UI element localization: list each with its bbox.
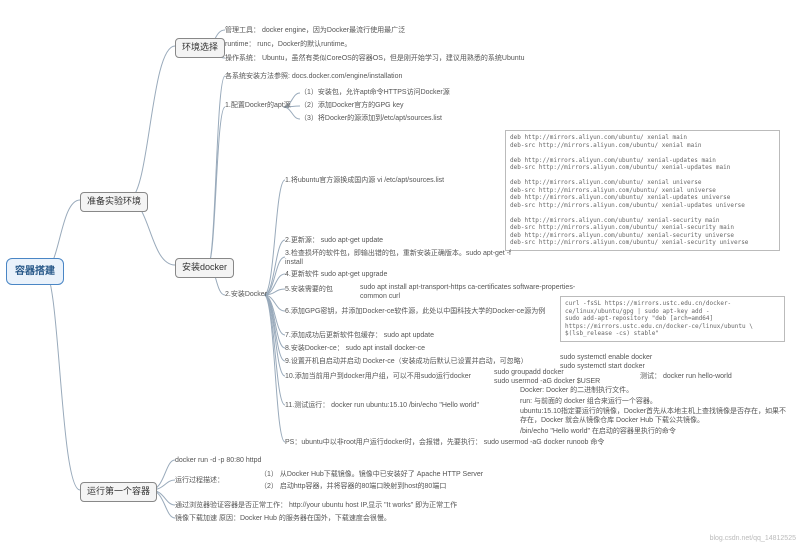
leaf-do-title: 2.安装Docker: [225, 290, 267, 299]
leaf-do-sps: PS：ubuntu中以非root用户运行docker时，会报错，先要执行： su…: [285, 438, 604, 447]
leaf-do-s4: 4.更新软件 sudo apt-get upgrade: [285, 270, 387, 279]
watermark: blog.csdn.net/qq_14812525: [710, 534, 796, 543]
branch-prep: 准备实验环境: [80, 192, 148, 212]
leaf-run-cmd: docker run -d -p 80:80 httpd: [175, 456, 261, 465]
leaf-run-d1: （1） 从Docker Hub下载镜像。镜像中已安装好了 Apache HTTP…: [260, 470, 483, 479]
block-gpg: curl -fsSL https://mirrors.ustc.edu.cn/d…: [560, 296, 785, 342]
leaf-apt-s3: （3）将Docker的源添加到/etc/apt/sources.list: [300, 114, 442, 123]
leaf-run-d2: （2） 启动http容器，并将容器的80端口映射到host的80端口: [260, 482, 446, 491]
leaf-apt-title: 1.配置Docker的apt源: [225, 101, 291, 110]
leaf-do-s7: 7.添加成功后更新软件包缓存： sudo apt update: [285, 331, 434, 340]
leaf-do-s6: 6.添加GPG密钥，并添加Docker-ce软件源，此处以中国科技大学的Dock…: [285, 307, 545, 316]
leaf-do-s1: 1.将ubuntu官方源换成国内源 vi /etc/apt/sources.li…: [285, 176, 444, 185]
leaf-do-s11b: run: 与前面的 docker 组合来运行一个容器。: [520, 397, 657, 406]
leaf-do-s2: 2.更新源： sudo apt-get update: [285, 236, 383, 245]
branch-env: 环境选择: [175, 38, 225, 58]
leaf-env-runtime: runtime： runc，Docker的默认runtime。: [225, 40, 351, 49]
leaf-do-s10test: 测试： docker run hello-world: [640, 372, 732, 381]
branch-run: 运行第一个容器: [80, 482, 157, 502]
leaf-do-s11a: Docker: Docker 的二进制执行文件。: [520, 386, 633, 395]
branch-install: 安装docker: [175, 258, 234, 278]
leaf-do-s11: 11.测试运行： docker run ubuntu:15.10 /bin/ec…: [285, 401, 479, 410]
leaf-do-s3: 3.检查损坏的软件包，即输出错的包，重新安装正确版本。sudo apt-get …: [285, 249, 515, 267]
leaf-do-s11c: ubuntu:15.10指定要运行的镜像，Docker首先从本地主机上查找镜像是…: [520, 407, 790, 425]
leaf-do-s10: 10.添加当前用户到docker用户组，可以不用sudo运行docker: [285, 372, 471, 381]
root-node: 容器搭建: [6, 258, 64, 285]
leaf-apt-s1: （1）安装包，允许apt命令HTTPS访问Docker源: [300, 88, 450, 97]
leaf-env-tool: 管理工具： docker engine，因为Docker最流行使用最广泛: [225, 26, 405, 35]
leaf-env-os: 操作系统： Ubuntu，虽然有类似CoreOS的容器OS，但是刚开始学习，建议…: [225, 54, 525, 63]
leaf-do-s9: 9.设置开机自启动并启动 Docker-ce（安装成功后默认已设置并启动，可忽略…: [285, 357, 528, 366]
leaf-do-s11d: /bin/echo "Hello world" 在启动的容器里执行的命令: [520, 427, 676, 436]
leaf-do-s5: 5.安装需要的包: [285, 285, 333, 294]
leaf-run-slow: 镜像下载加速 原因：Docker Hub 的服务器在国外，下载速度会很慢。: [175, 514, 391, 523]
leaf-run-desc: 运行过程描述：: [175, 476, 224, 485]
leaf-do-s8: 8.安装Docker-ce： sudo apt install docker-c…: [285, 344, 425, 353]
leaf-docs: 各系统安装方法参照: docs.docker.com/engine/instal…: [225, 72, 402, 81]
block-mirrors: deb http://mirrors.aliyun.com/ubuntu/ xe…: [505, 130, 780, 251]
leaf-run-verify: 通过浏览器验证容器是否正常工作： http://your ubuntu host…: [175, 501, 457, 510]
leaf-do-s10cmd: sudo groupadd docker sudo usermod -aG do…: [494, 368, 600, 386]
leaf-apt-s2: （2）添加Docker官方的GPG key: [300, 101, 403, 110]
